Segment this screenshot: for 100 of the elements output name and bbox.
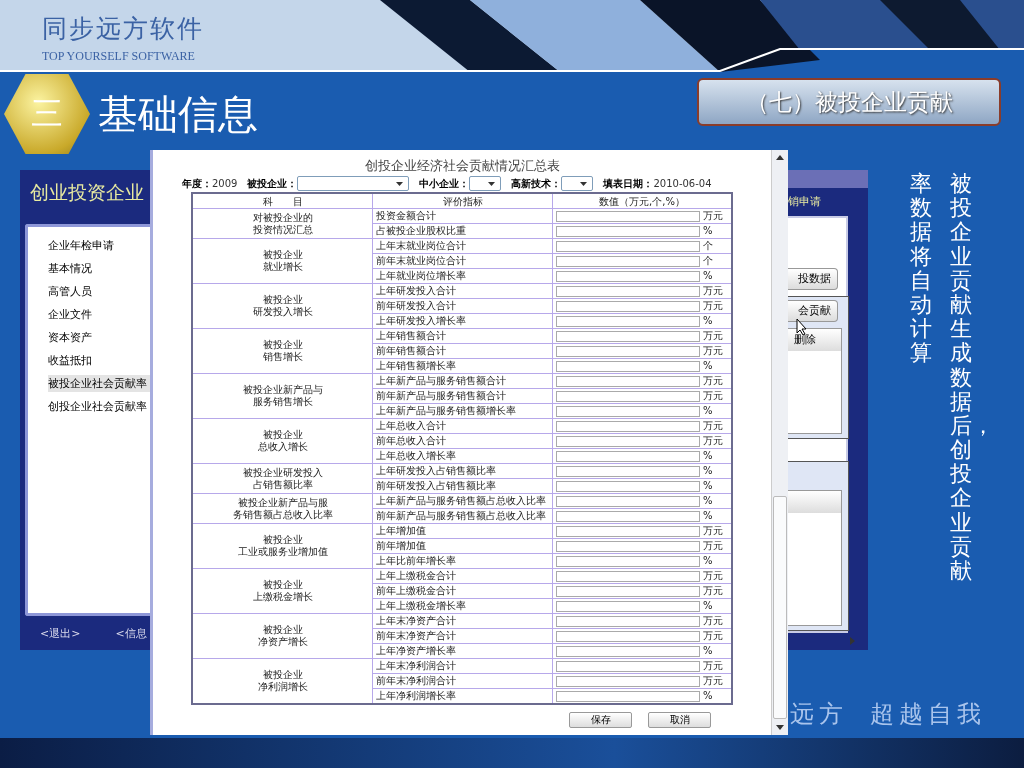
column-header: 删除 xyxy=(788,328,841,351)
value-field[interactable] xyxy=(556,390,700,402)
value-field[interactable] xyxy=(556,435,700,447)
filter-label: 年度： xyxy=(182,176,212,191)
unit-label: % xyxy=(703,480,713,492)
indicator-label: 上年就业岗位增长率 xyxy=(375,269,467,283)
subject-label: 被投企业 xyxy=(262,339,303,351)
value-field[interactable] xyxy=(556,240,700,252)
caret-icon xyxy=(579,180,589,187)
note-text: 率数据将自动计算 xyxy=(910,172,933,368)
unit-label: 万元 xyxy=(703,660,723,672)
value-field[interactable] xyxy=(556,360,700,372)
value-field[interactable] xyxy=(556,660,700,672)
value-field[interactable] xyxy=(556,210,700,222)
indicator-label: 前年新产品与服务销售额合计 xyxy=(375,389,507,403)
indicator-label: 前年研发投入占销售额比率 xyxy=(375,479,497,493)
value-field[interactable] xyxy=(556,300,700,312)
menu-item[interactable]: 高管人员 xyxy=(48,283,150,300)
value-field[interactable] xyxy=(556,555,700,567)
value-field[interactable] xyxy=(556,420,700,432)
unit-label: 万元 xyxy=(703,330,723,342)
value-field[interactable] xyxy=(556,570,700,582)
value-field[interactable] xyxy=(556,630,700,642)
scroll-thumb[interactable] xyxy=(773,496,787,719)
unit-label: 万元 xyxy=(703,615,723,627)
menu-item[interactable]: 企业文件 xyxy=(48,306,150,323)
section-number: 三 xyxy=(4,74,90,154)
data-button[interactable]: 投数据 xyxy=(788,267,838,290)
unit-label: % xyxy=(703,315,713,327)
unit-label: 万元 xyxy=(703,420,723,432)
save-button[interactable]: 保存 xyxy=(569,712,632,728)
value-field[interactable] xyxy=(556,450,700,462)
tab[interactable]: 销申请 xyxy=(788,187,868,216)
indicator-label: 前年新产品与服务销售额占总收入比率 xyxy=(375,509,547,523)
menu-item[interactable]: 基本情况 xyxy=(48,260,150,277)
indicator-label: 上年总收入增长率 xyxy=(375,449,457,463)
subject-label: 销售增长 xyxy=(262,351,303,363)
indicator-label: 上年净利润增长率 xyxy=(375,689,457,703)
menu-item[interactable]: 收益抵扣 xyxy=(48,352,150,369)
indicator-label: 前年上缴税金合计 xyxy=(375,584,457,598)
unit-label: % xyxy=(703,600,713,612)
value-field[interactable] xyxy=(556,480,700,492)
value-field[interactable] xyxy=(556,510,700,522)
value-field[interactable] xyxy=(556,405,700,417)
unit-label: % xyxy=(703,360,713,372)
value-field[interactable] xyxy=(556,690,700,702)
menu-item[interactable]: 企业年检申请 xyxy=(48,237,150,254)
unit-label: % xyxy=(703,495,713,507)
value-field[interactable] xyxy=(556,585,700,597)
indicator-label: 上年总收入合计 xyxy=(375,419,447,433)
unit-label: 万元 xyxy=(703,540,723,552)
indicator-label: 上年新产品与服务销售额增长率 xyxy=(375,404,517,418)
filter-label: 中小企业： xyxy=(419,176,470,191)
value-field[interactable] xyxy=(556,600,700,612)
unit-label: 万元 xyxy=(703,435,723,447)
unit-label: 万元 xyxy=(703,585,723,597)
value-field[interactable] xyxy=(556,255,700,267)
dropdown-field[interactable] xyxy=(469,176,502,191)
unit-label: % xyxy=(703,690,713,702)
menu-item[interactable]: 被投企业社会贡献率 xyxy=(48,375,150,392)
subject-label: 净资产增长 xyxy=(257,636,308,648)
value-field[interactable] xyxy=(556,345,700,357)
dropdown-field[interactable] xyxy=(297,176,410,191)
footer-link[interactable]: <信息 xyxy=(115,625,147,641)
subject-label: 被投企业 xyxy=(262,669,303,681)
unit-label: 万元 xyxy=(703,345,723,357)
value-field[interactable] xyxy=(556,495,700,507)
value-field[interactable] xyxy=(556,465,700,477)
value-field[interactable] xyxy=(556,315,700,327)
caret-icon xyxy=(487,180,497,187)
footer-link[interactable]: <退出> xyxy=(40,625,81,641)
value-field[interactable] xyxy=(556,645,700,657)
value-field[interactable] xyxy=(556,615,700,627)
menu-item[interactable]: 资本资产 xyxy=(48,329,150,346)
value-field[interactable] xyxy=(556,330,700,342)
unit-label: 个 xyxy=(703,255,713,267)
subject-label: 投资情况汇总 xyxy=(252,223,313,236)
value-field[interactable] xyxy=(556,270,700,282)
cancel-button[interactable]: 取消 xyxy=(648,712,711,728)
indicator-label: 前年末净利润合计 xyxy=(375,674,457,688)
scrollbar[interactable] xyxy=(771,150,788,735)
logo-name: 同步远方软件 xyxy=(42,13,204,45)
value-field[interactable] xyxy=(556,225,700,237)
unit-label: % xyxy=(703,510,713,522)
indicator-label: 前年总收入合计 xyxy=(375,434,447,448)
indicator-label: 上年末净资产合计 xyxy=(375,614,457,628)
value-field[interactable] xyxy=(556,540,700,552)
subject-label: 总收入增长 xyxy=(257,441,308,453)
contribution-button[interactable]: 会贡献 xyxy=(788,299,838,322)
menu-item[interactable]: 创投企业社会贡献率 xyxy=(48,398,150,415)
subject-label: 上缴税金增长 xyxy=(252,591,313,603)
value-field[interactable] xyxy=(556,525,700,537)
indicator-label: 上年净资产增长率 xyxy=(375,644,457,658)
subject-label: 研发投入增长 xyxy=(252,306,313,318)
subject-label: 被投企业 xyxy=(262,624,303,636)
value-field[interactable] xyxy=(556,375,700,387)
dropdown-field[interactable] xyxy=(561,176,594,191)
logo-tagline: TOP YOURSELF SOFTWARE xyxy=(42,49,196,64)
value-field[interactable] xyxy=(556,285,700,297)
value-field[interactable] xyxy=(556,675,700,687)
